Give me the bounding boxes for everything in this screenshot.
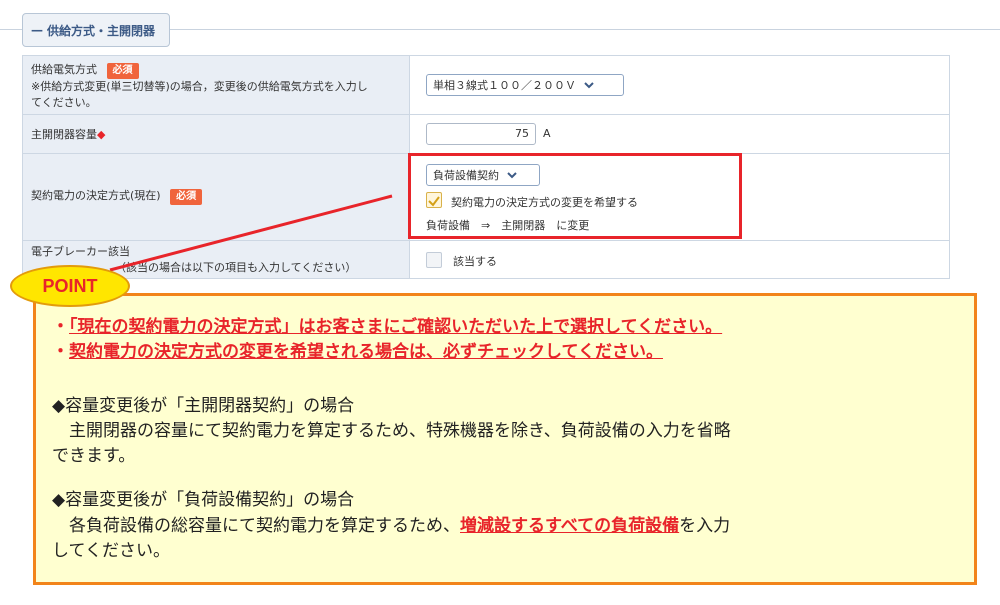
case2-body-2: してください。 — [52, 541, 170, 561]
case2-title: ◆容量変更後が「負荷設備契約」の場合 — [52, 490, 355, 510]
case2-body-1: 各負荷設備の総容量にて契約電力を算定するため、増減設するすべての負荷設備を入力 — [52, 516, 731, 536]
point-badge: POINT — [10, 265, 130, 307]
point-box: ・「現在の契約電力の決定方式」はお客さまにご確認いただいた上で選択してください。… — [33, 293, 977, 585]
case1-title: ◆容量変更後が「主開閉器契約」の場合 — [52, 396, 355, 416]
point-line-2: ・契約電力の決定方式の変更を希望される場合は、必ずチェックしてください。 — [52, 342, 663, 362]
point-line-1: ・「現在の契約電力の決定方式」はお客さまにご確認いただいた上で選択してください。 — [52, 317, 723, 337]
case1-body-2: できます。 — [52, 446, 136, 466]
case1-body-1: 主開閉器の容量にて契約電力を算定するため、特殊機器を除き、負荷設備の入力を省略 — [52, 421, 731, 441]
